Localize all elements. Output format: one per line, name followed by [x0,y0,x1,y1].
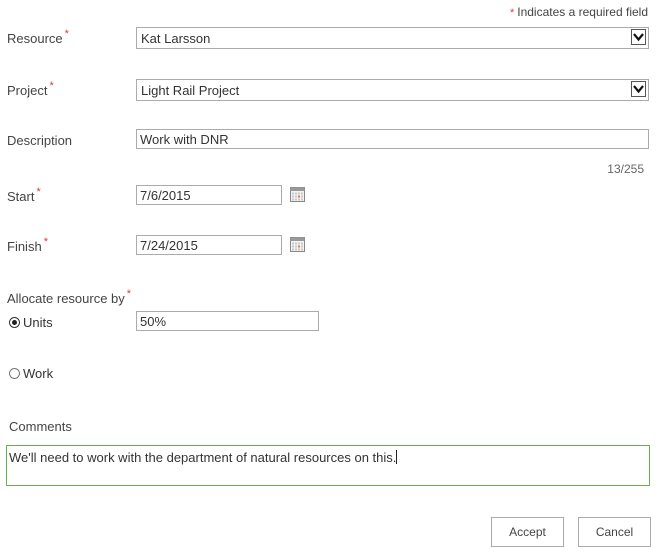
text-cursor [396,450,398,464]
project-value: Light Rail Project [141,83,240,98]
project-select[interactable]: Light Rail Project [136,79,649,101]
comments-value: We'll need to work with the department o… [9,450,398,465]
resource-label: Resource * [7,28,69,46]
units-radio-button[interactable] [9,317,20,329]
description-input[interactable]: Work with DNR [136,129,649,149]
work-radio-option[interactable]: Work [9,366,53,381]
comments-text: We'll need to work with the department o… [9,450,397,465]
chevron-down-icon[interactable] [631,29,646,45]
work-radio-label: Work [23,366,54,381]
required-field-note: * Indicates a required field [510,5,648,19]
comments-textarea[interactable]: We'll need to work with the department o… [6,445,650,486]
required-star: * [49,80,54,92]
finish-date-input[interactable]: 7/24/2015 [136,235,282,255]
allocate-label-text: Allocate resource by [7,291,125,306]
project-label: Project * [7,80,54,98]
description-value: Work with DNR [140,132,229,147]
required-star: * [64,28,69,40]
resource-label-text: Resource [7,31,63,46]
accept-button[interactable]: Accept [491,517,564,547]
start-label: Start * [7,186,41,204]
start-date-input[interactable]: 7/6/2015 [136,185,282,205]
units-radio-option[interactable]: Units [9,315,53,330]
chevron-down-icon[interactable] [631,81,646,97]
cancel-button[interactable]: Cancel [578,517,651,547]
required-star: * [36,186,41,198]
start-date-value: 7/6/2015 [140,188,191,203]
resource-select[interactable]: Kat Larsson [136,27,649,49]
comments-label: Comments [9,419,72,434]
units-radio-label: Units [23,315,53,330]
finish-label: Finish * [7,236,48,254]
start-label-text: Start [7,189,35,204]
required-star: * [43,236,48,248]
required-note-text: Indicates a required field [517,5,648,19]
finish-label-text: Finish [7,239,42,254]
required-star: * [126,288,132,300]
units-value: 50% [140,314,167,329]
calendar-icon[interactable] [290,187,305,202]
calendar-icon[interactable] [290,237,305,252]
character-counter: 13/255 [607,162,644,176]
work-radio-button[interactable] [9,368,20,380]
finish-date-value: 7/24/2015 [140,238,198,253]
resource-value: Kat Larsson [141,31,211,46]
description-label: Description [7,133,73,148]
allocate-label: Allocate resource by * [7,288,132,306]
required-star: * [509,7,515,19]
project-label-text: Project [7,83,48,98]
units-input[interactable]: 50% [136,311,319,331]
